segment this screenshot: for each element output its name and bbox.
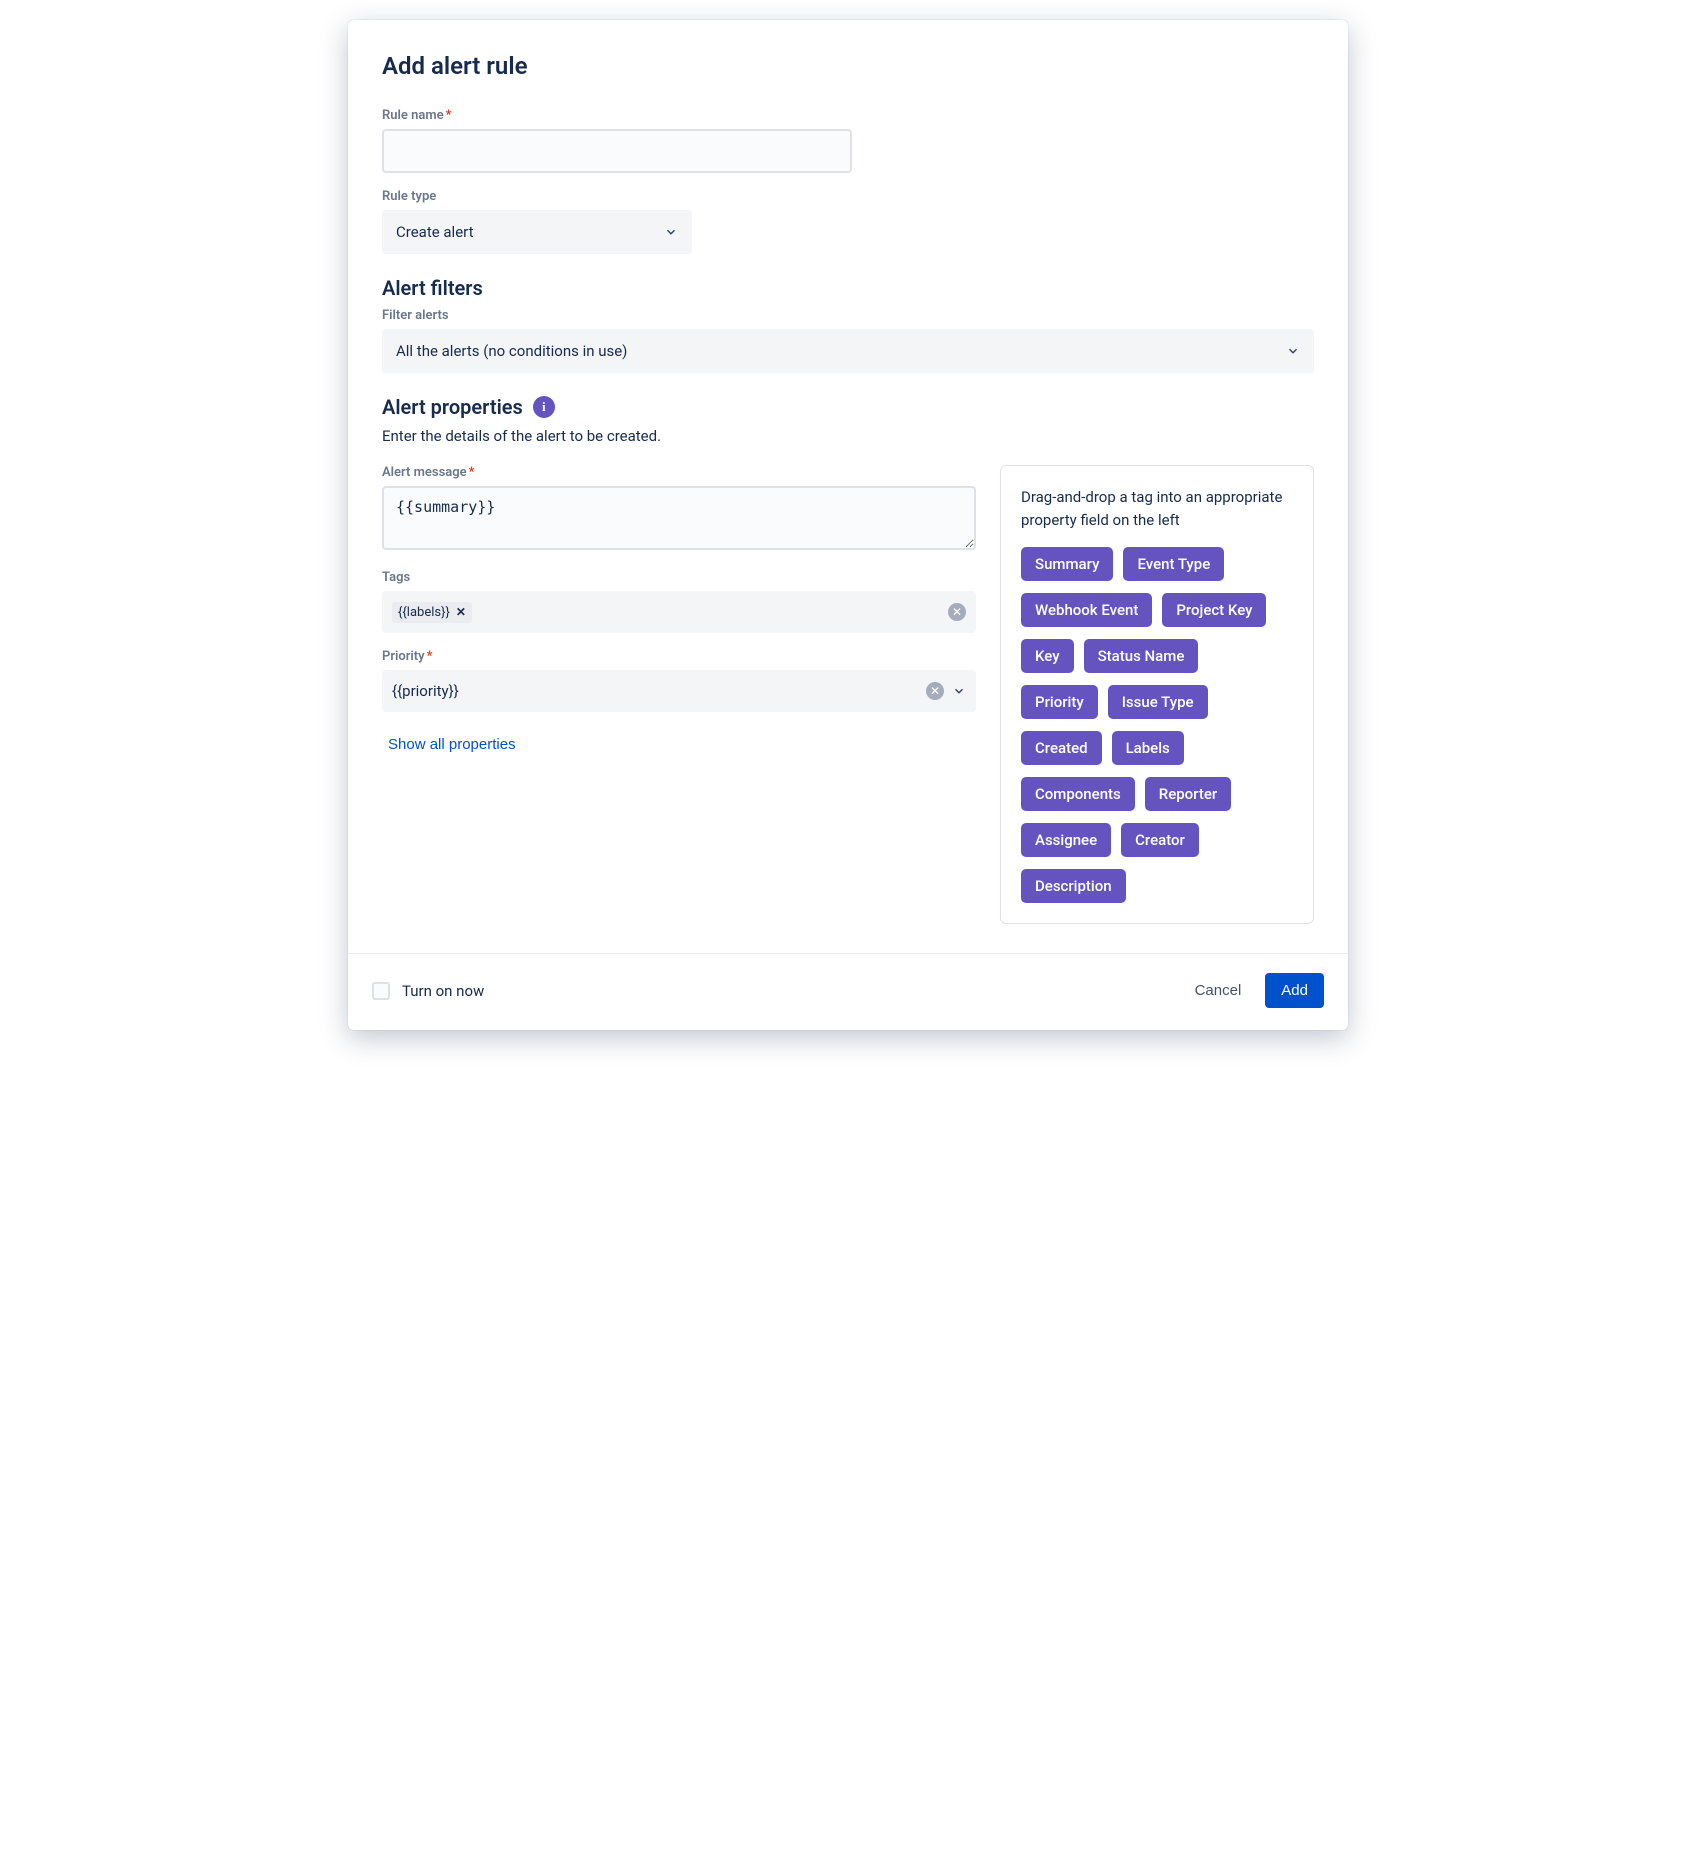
dialog-footer: Turn on now Cancel Add [348,954,1348,1030]
add-alert-rule-dialog: Add alert rule Rule name* Rule type Crea… [348,20,1348,1030]
tag-chip: {{labels}} ✕ [392,602,472,623]
cancel-button[interactable]: Cancel [1179,973,1258,1008]
tags-field: Tags {{labels}} ✕ ✕ [382,570,976,633]
alert-message-field: Alert message* {{summary}} [382,465,976,554]
draggable-tag[interactable]: Project Key [1162,593,1266,627]
draggable-tag[interactable]: Reporter [1145,777,1231,811]
add-button[interactable]: Add [1265,973,1324,1008]
filter-alerts-field: Filter alerts All the alerts (no conditi… [382,308,1314,373]
required-asterisk: * [446,108,452,123]
alert-filters-heading: Alert filters [382,276,1314,300]
clear-priority-icon[interactable]: ✕ [926,682,944,700]
draggable-tag[interactable]: Created [1021,731,1102,765]
draggable-tag[interactable]: Event Type [1123,547,1224,581]
draggable-tags-hint: Drag-and-drop a tag into an appropriate … [1021,486,1293,531]
rule-name-field: Rule name* [382,108,1314,173]
draggable-tag[interactable]: Priority [1021,685,1098,719]
chevron-down-icon [664,225,678,239]
draggable-tag[interactable]: Creator [1121,823,1199,857]
priority-field: Priority* {{priority}} ✕ [382,649,976,712]
chevron-down-icon [1286,344,1300,358]
priority-label: Priority* [382,649,976,664]
tags-input[interactable]: {{labels}} ✕ ✕ [382,591,976,633]
page-title: Add alert rule [382,52,1314,80]
info-icon[interactable]: i [533,396,555,418]
alert-message-label: Alert message* [382,465,976,480]
draggable-tag[interactable]: Assignee [1021,823,1111,857]
draggable-tag[interactable]: Components [1021,777,1135,811]
turn-on-now-label: Turn on now [402,982,484,1000]
draggable-tag[interactable]: Key [1021,639,1074,673]
tags-label: Tags [382,570,976,585]
priority-select[interactable]: {{priority}} ✕ [382,670,976,712]
rule-type-value: Create alert [396,223,474,241]
draggable-tag[interactable]: Webhook Event [1021,593,1152,627]
alert-properties-heading: Alert properties i [382,395,1314,419]
rule-name-input[interactable] [382,129,852,173]
priority-value: {{priority}} [392,682,926,700]
alert-message-input[interactable]: {{summary}} [382,486,976,550]
alert-properties-description: Enter the details of the alert to be cre… [382,427,1314,445]
chevron-down-icon [952,684,966,698]
draggable-tag[interactable]: Issue Type [1108,685,1208,719]
filter-alerts-value: All the alerts (no conditions in use) [396,342,627,360]
clear-tags-icon[interactable]: ✕ [948,603,966,621]
draggable-tag[interactable]: Description [1021,869,1126,903]
remove-tag-icon[interactable]: ✕ [456,606,466,618]
rule-name-label: Rule name* [382,108,1314,123]
draggable-tag[interactable]: Status Name [1084,639,1199,673]
filter-alerts-label: Filter alerts [382,308,1314,323]
rule-type-label: Rule type [382,189,1314,204]
turn-on-now-checkbox[interactable] [372,982,390,1000]
filter-alerts-select[interactable]: All the alerts (no conditions in use) [382,329,1314,373]
required-asterisk: * [427,649,433,664]
rule-type-select[interactable]: Create alert [382,210,692,254]
draggable-tag[interactable]: Labels [1112,731,1184,765]
draggable-tags-list: Summary Event Type Webhook Event Project Ke… [1021,547,1293,915]
show-all-properties-link[interactable]: Show all properties [382,728,522,761]
rule-type-field: Rule type Create alert [382,189,1314,254]
draggable-tags-panel: Drag-and-drop a tag into an appropriate … [1000,465,1314,924]
required-asterisk: * [469,465,475,480]
draggable-tag[interactable]: Summary [1021,547,1113,581]
